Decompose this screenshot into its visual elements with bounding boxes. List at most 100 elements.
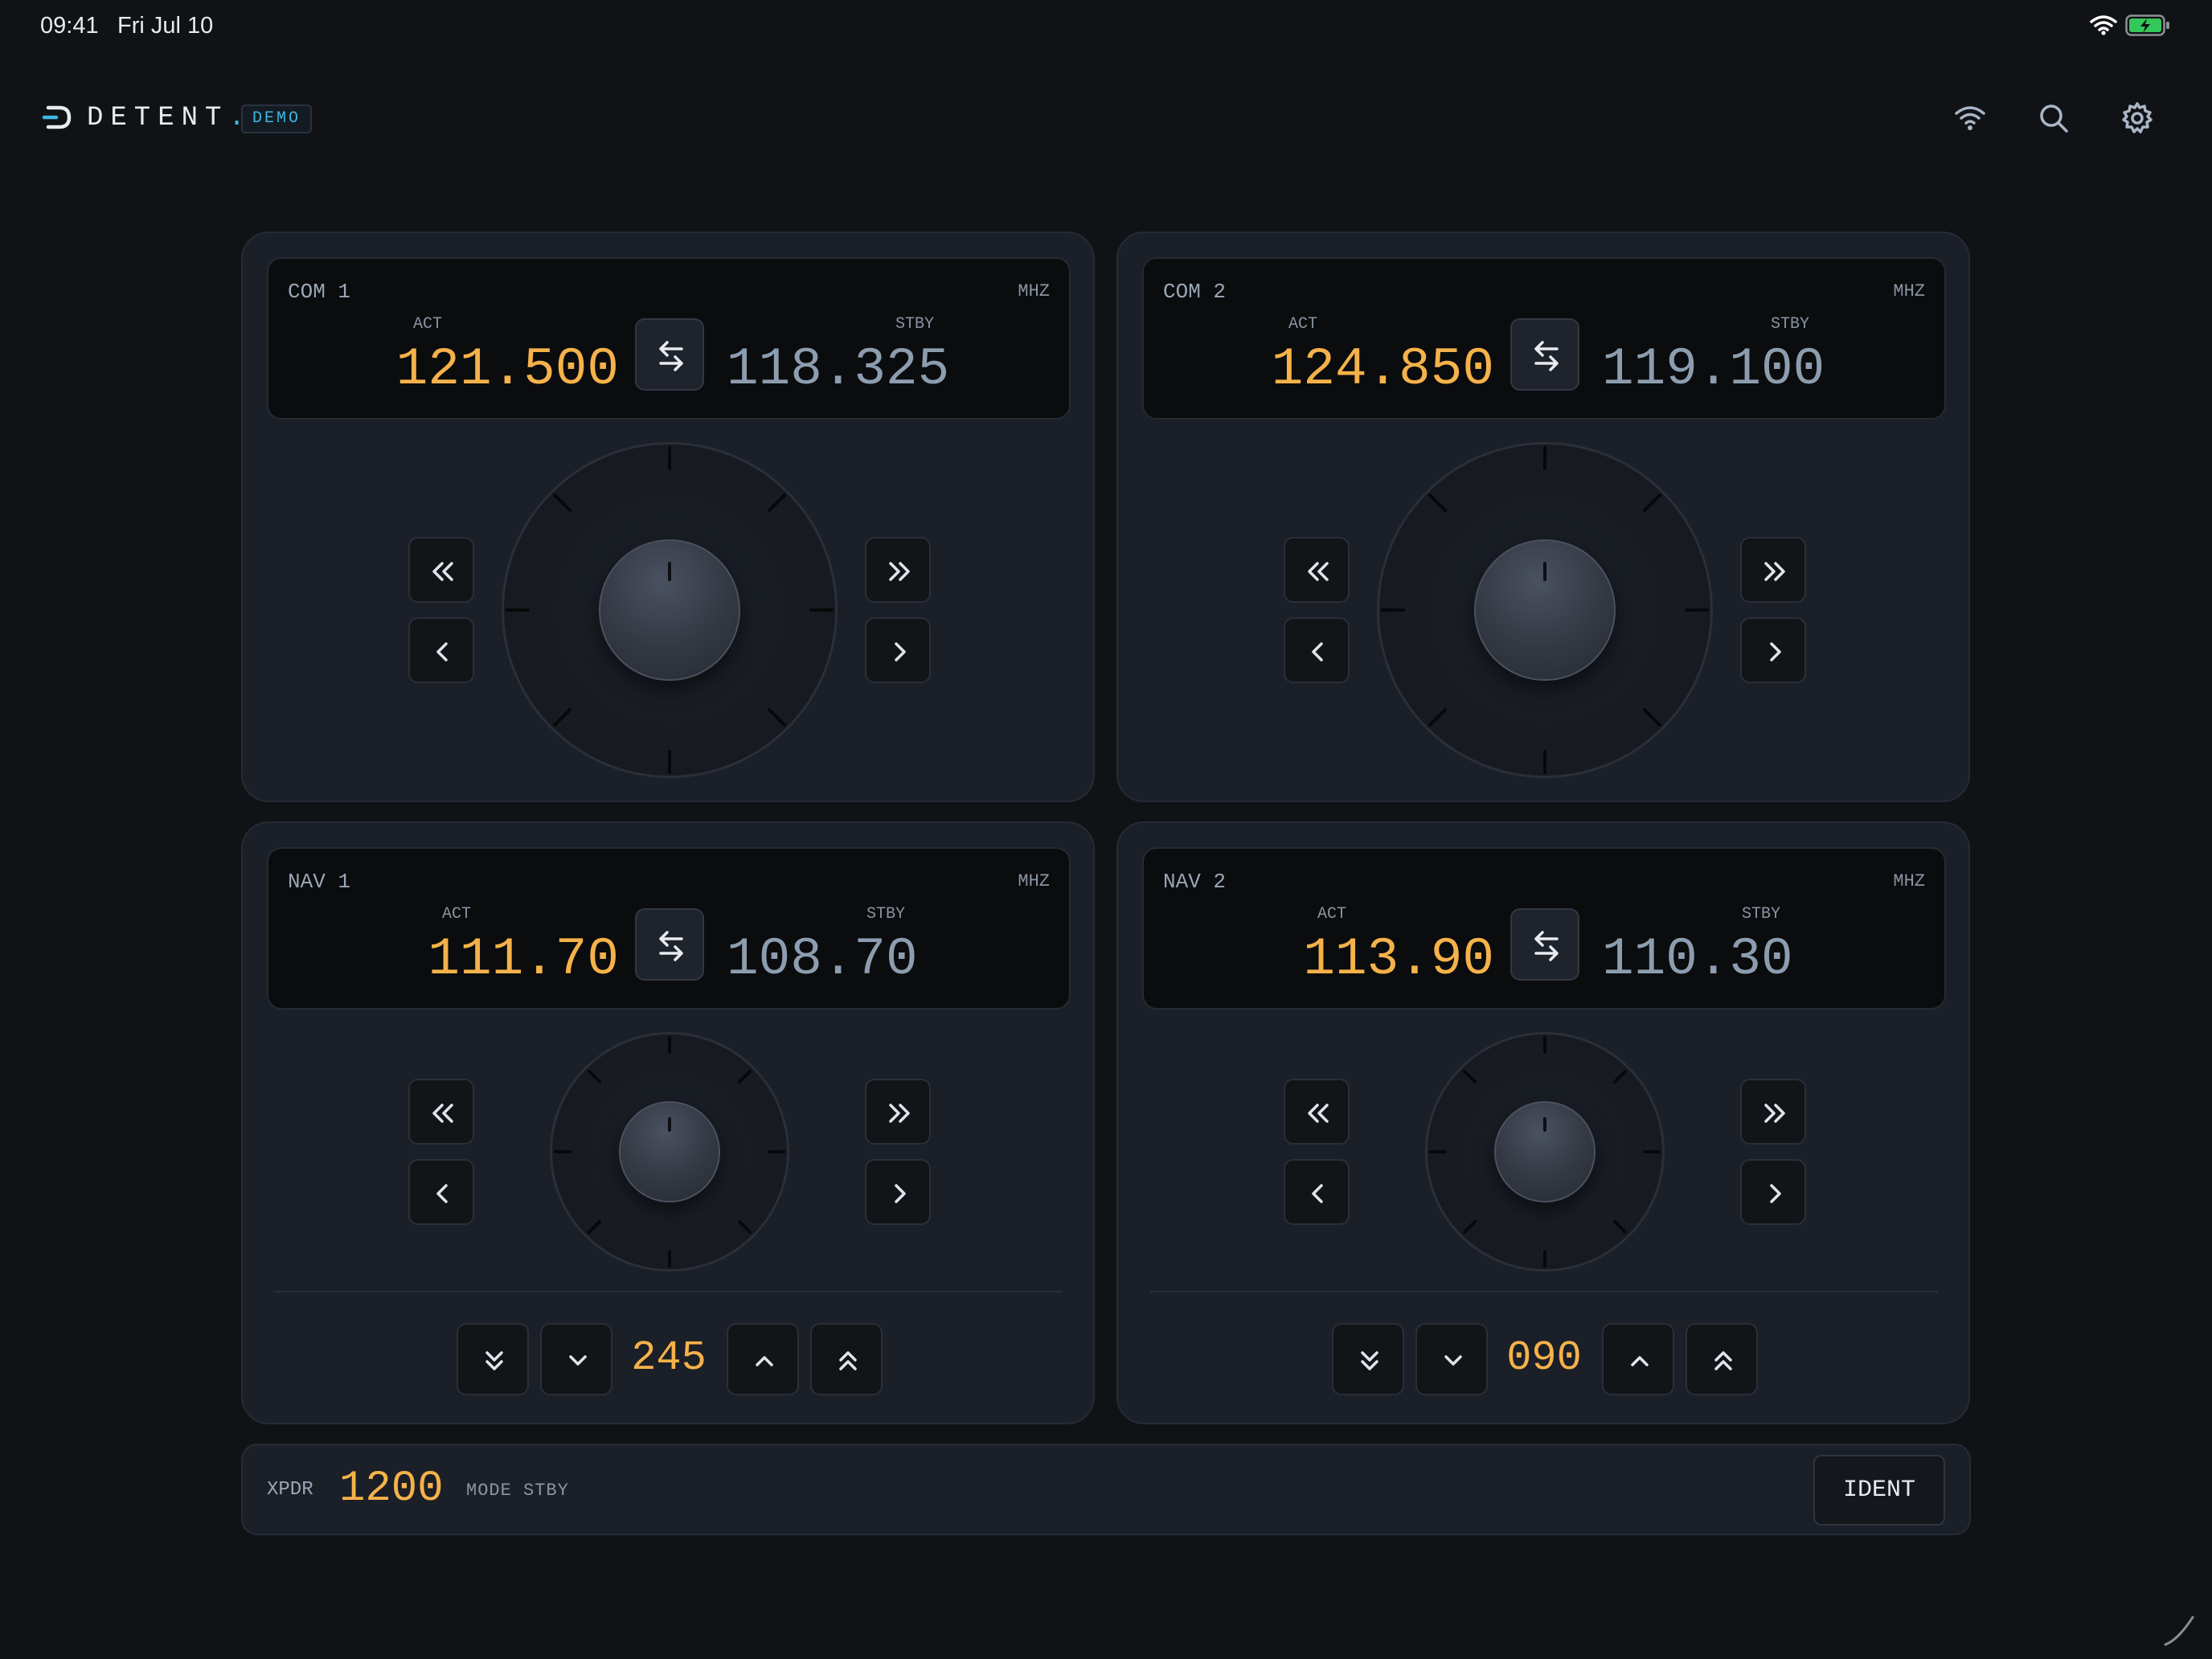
radio-panel-nav2: NAV 2 MHZ ACT 113.90 110.30 STBY 090 [1116, 821, 1970, 1424]
obs-course-value: 090 [1506, 1334, 1582, 1382]
tune-fine-up-button[interactable] [1740, 1159, 1806, 1225]
tune-coarse-up-button[interactable] [1740, 1079, 1806, 1145]
frequency-display: COM 1 MHZ ACT 121.500 118.325 STBY [267, 257, 1071, 420]
tuning-knob[interactable] [1494, 1101, 1596, 1202]
radio-panel-nav1: NAV 1 MHZ ACT 111.70 108.70 STBY 245 [241, 821, 1095, 1424]
swap-frequency-button[interactable] [635, 318, 704, 391]
tune-coarse-up-button[interactable] [865, 537, 931, 603]
unit-label: MHZ [1018, 281, 1050, 301]
active-label: ACT [1317, 905, 1347, 924]
active-frequency: 121.500 [395, 339, 619, 399]
chevron-right-icon [1770, 1184, 1781, 1203]
double-chevron-right-icon [1764, 562, 1785, 581]
double-chevron-right-icon [1764, 1104, 1785, 1123]
obs-course-value: 245 [631, 1334, 707, 1382]
detent-logo-icon [42, 105, 72, 129]
status-date: Fri Jul 10 [117, 13, 214, 39]
tune-coarse-down-button[interactable] [1284, 537, 1350, 603]
brand-name: DETENT. [87, 103, 245, 133]
tune-fine-up-button[interactable] [1740, 617, 1806, 683]
chevron-down-icon [569, 1355, 587, 1366]
tuning-dial[interactable] [550, 1032, 789, 1272]
standby-frequency: 119.100 [1602, 339, 1825, 399]
obs-coarse-up-button[interactable] [1686, 1323, 1758, 1395]
obs-fine-down-button[interactable] [540, 1323, 612, 1395]
double-chevron-left-icon [432, 562, 453, 581]
standby-frequency: 118.325 [727, 339, 950, 399]
transponder-mode: MODE STBY [466, 1481, 569, 1501]
tuning-dial[interactable] [502, 442, 838, 778]
chevron-right-icon [895, 1184, 906, 1203]
tune-coarse-up-button[interactable] [1740, 537, 1806, 603]
obs-coarse-down-button[interactable] [1332, 1323, 1404, 1395]
gear-icon[interactable] [2119, 100, 2156, 137]
tune-fine-up-button[interactable] [865, 617, 931, 683]
standby-label: STBY [1742, 905, 1781, 924]
double-chevron-up-icon [1714, 1351, 1732, 1370]
double-chevron-right-icon [889, 1104, 910, 1123]
search-icon[interactable] [2035, 100, 2072, 137]
unit-label: MHZ [1893, 871, 1925, 891]
swap-icon [1534, 341, 1559, 371]
tune-coarse-down-button[interactable] [408, 537, 474, 603]
standby-label: STBY [895, 315, 935, 334]
active-frequency: 111.70 [428, 929, 619, 989]
ident-button[interactable]: IDENT [1813, 1455, 1945, 1526]
double-chevron-left-icon [1308, 1104, 1329, 1123]
tune-fine-down-button[interactable] [408, 617, 474, 683]
chevron-down-icon [1444, 1355, 1462, 1366]
tuning-dial[interactable] [1425, 1032, 1665, 1272]
scribble-handle-icon [2164, 1616, 2194, 1646]
obs-coarse-down-button[interactable] [457, 1323, 529, 1395]
obs-fine-up-button[interactable] [1602, 1323, 1674, 1395]
chevron-left-icon [1312, 642, 1323, 662]
tune-fine-down-button[interactable] [1284, 617, 1350, 683]
tune-fine-down-button[interactable] [408, 1159, 474, 1225]
standby-label: STBY [1771, 315, 1810, 334]
frequency-display: NAV 2 MHZ ACT 113.90 110.30 STBY [1142, 847, 1946, 1010]
tune-fine-up-button[interactable] [865, 1159, 931, 1225]
wifi-icon[interactable] [1952, 100, 1989, 137]
tune-coarse-down-button[interactable] [1284, 1079, 1350, 1145]
demo-badge: DEMO [241, 104, 313, 133]
status-wifi-icon [2090, 15, 2117, 35]
active-label: ACT [1288, 315, 1318, 334]
status-time: 09:41 [40, 13, 99, 39]
tune-fine-down-button[interactable] [1284, 1159, 1350, 1225]
chevron-left-icon [436, 642, 448, 662]
active-frequency: 113.90 [1303, 929, 1494, 989]
chevron-right-icon [895, 642, 906, 662]
chevron-up-icon [1631, 1356, 1649, 1366]
active-label: ACT [413, 315, 443, 334]
tune-coarse-down-button[interactable] [408, 1079, 474, 1145]
squawk-code[interactable]: 1200 [339, 1464, 444, 1514]
tuning-knob[interactable] [619, 1101, 720, 1202]
swap-frequency-button[interactable] [635, 908, 704, 981]
unit-label: MHZ [1893, 281, 1925, 301]
tuning-dial[interactable] [1377, 442, 1713, 778]
radio-panel-com1: COM 1 MHZ ACT 121.500 118.325 STBY [241, 231, 1095, 802]
chevron-left-icon [436, 1184, 448, 1203]
unit-label: MHZ [1018, 871, 1050, 891]
chevron-right-icon [1770, 642, 1781, 662]
divider [1150, 1291, 1938, 1292]
tuning-knob[interactable] [599, 539, 740, 681]
chevron-left-icon [1312, 1184, 1323, 1203]
radio-panel-com2: COM 2 MHZ ACT 124.850 119.100 STBY [1116, 231, 1970, 802]
double-chevron-down-icon [1361, 1351, 1378, 1370]
frequency-display: NAV 1 MHZ ACT 111.70 108.70 STBY [267, 847, 1071, 1010]
swap-frequency-button[interactable] [1510, 318, 1579, 391]
tuning-knob[interactable] [1474, 539, 1616, 681]
double-chevron-up-icon [839, 1351, 857, 1370]
active-frequency: 124.850 [1271, 339, 1494, 399]
tune-coarse-up-button[interactable] [865, 1079, 931, 1145]
transponder-label: XPDR [267, 1479, 313, 1501]
double-chevron-left-icon [1308, 562, 1329, 581]
transponder-panel: XPDR 1200 MODE STBY IDENT [241, 1444, 1971, 1535]
standby-frequency: 110.30 [1602, 929, 1793, 989]
active-label: ACT [442, 905, 472, 924]
obs-fine-down-button[interactable] [1415, 1323, 1488, 1395]
obs-fine-up-button[interactable] [727, 1323, 799, 1395]
swap-frequency-button[interactable] [1510, 908, 1579, 981]
obs-coarse-up-button[interactable] [810, 1323, 883, 1395]
